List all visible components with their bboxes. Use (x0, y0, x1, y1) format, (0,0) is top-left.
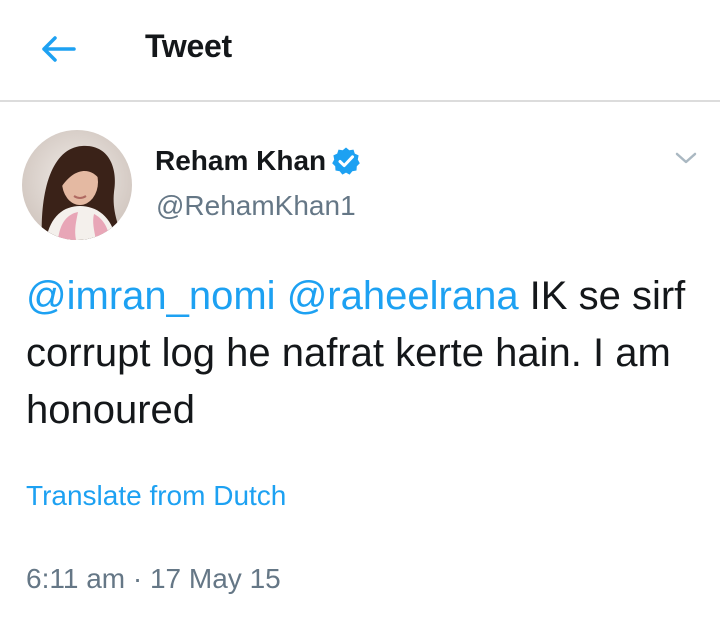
page-title: Tweet (145, 28, 232, 64)
avatar[interactable] (22, 130, 132, 240)
tweet-text: @imran_nomi @raheelrana IK se sirf corru… (26, 268, 686, 439)
verified-badge-icon (332, 147, 360, 175)
mention-link[interactable]: @imran_nomi (26, 274, 276, 318)
tweet-timestamp: 6:11 am · 17 May 15 (26, 563, 281, 594)
tweet-text-space (276, 274, 287, 318)
top-bar: Tweet (0, 0, 720, 102)
arrow-left-icon (42, 36, 76, 62)
translate-link[interactable]: Translate from Dutch (26, 480, 286, 512)
chevron-down-icon (675, 152, 697, 164)
back-button[interactable] (30, 27, 86, 71)
author-name[interactable]: Reham Khan (155, 145, 326, 177)
tweet-options-button[interactable] (668, 144, 704, 172)
author-handle[interactable]: @RehamKhan1 (156, 190, 356, 222)
profile-photo (22, 130, 132, 240)
mention-link[interactable]: @raheelrana (287, 274, 519, 318)
